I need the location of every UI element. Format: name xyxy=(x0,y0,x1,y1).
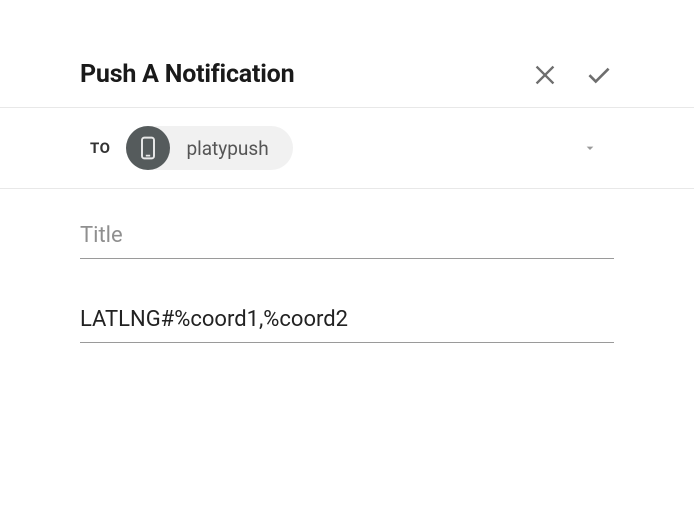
recipient-name: platypush xyxy=(186,137,268,160)
phone-icon xyxy=(140,136,156,160)
recipient-chip[interactable]: platypush xyxy=(126,126,292,170)
page-title: Push A Notification xyxy=(80,60,294,89)
check-icon xyxy=(584,62,614,88)
recipient-row: TO platypush xyxy=(80,108,614,188)
recipient-avatar xyxy=(126,126,170,170)
recipient-dropdown[interactable] xyxy=(582,140,604,156)
to-label: TO xyxy=(90,139,110,157)
close-icon xyxy=(532,62,558,88)
fields xyxy=(80,189,614,343)
confirm-button[interactable] xyxy=(584,62,614,88)
title-input[interactable] xyxy=(80,217,614,259)
close-button[interactable] xyxy=(532,62,558,88)
body-input[interactable] xyxy=(80,301,614,343)
header: Push A Notification xyxy=(80,60,614,107)
header-actions xyxy=(532,62,614,88)
chevron-down-icon xyxy=(582,140,598,156)
